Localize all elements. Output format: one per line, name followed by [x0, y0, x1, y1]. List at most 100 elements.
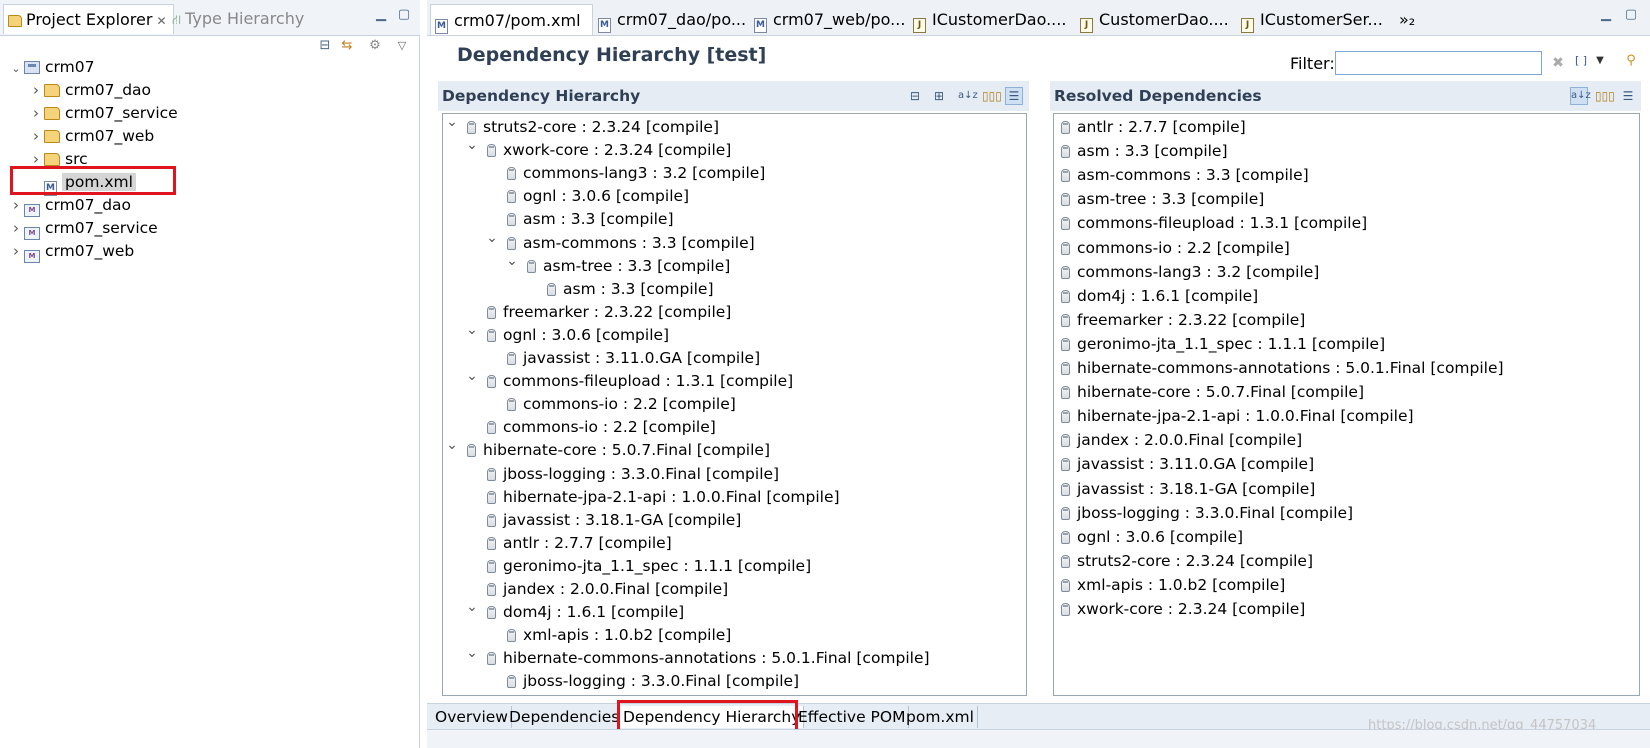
resolved-dependency[interactable]: commons-fileupload : 1.3.1 [compile]	[1061, 212, 1367, 235]
resolved-dependency[interactable]: freemarker : 2.3.22 [compile]	[1061, 309, 1305, 332]
tree-item[interactable]: › crm07_web	[8, 125, 408, 148]
chevron-down-icon[interactable]: ⌄	[465, 645, 479, 661]
sort-alphabetically-icon[interactable]: a↓z	[1570, 87, 1591, 105]
dependency-node[interactable]: ognl : 3.0.6 [compile]	[487, 324, 669, 347]
page-tab[interactable]: Effective POM	[795, 706, 910, 728]
dependency-node[interactable]: asm-tree : 3.3 [compile]	[527, 255, 730, 278]
page-tab[interactable]: Dependencies	[506, 706, 624, 728]
dependency-node[interactable]: commons-io : 2.2 [compile]	[487, 416, 716, 439]
dependency-node[interactable]: xml-apis : 1.0.b2 [compile]	[507, 624, 731, 647]
collapse-all-icon[interactable]: ⊟	[906, 87, 924, 105]
tab-type-hierarchy[interactable]: ⛙ Type Hierarchy	[168, 4, 310, 34]
resolved-dependency[interactable]: hibernate-core : 5.0.7.Final [compile]	[1061, 381, 1364, 404]
dependency-node[interactable]: hibernate-commons-annotations : 5.0.1.Fi…	[487, 647, 930, 670]
close-icon[interactable]: ✕	[156, 14, 166, 28]
resolved-dependency[interactable]: dom4j : 1.6.1 [compile]	[1061, 285, 1258, 308]
chevron-right-icon[interactable]: ›	[28, 125, 44, 148]
minimize-view-icon[interactable]: ▁	[372, 6, 390, 24]
resolved-dependency[interactable]: hibernate-jpa-2.1-api : 1.0.0.Final [com…	[1061, 405, 1414, 428]
resolved-dependency[interactable]: asm-commons : 3.3 [compile]	[1061, 164, 1309, 187]
resolved-dependency[interactable]: asm-tree : 3.3 [compile]	[1061, 188, 1264, 211]
dependency-node[interactable]: commons-io : 2.2 [compile]	[507, 393, 736, 416]
resolved-dependency[interactable]: geronimo-jta_1.1_spec : 1.1.1 [compile]	[1061, 333, 1385, 356]
link-with-editor-icon[interactable]: ⇆	[338, 37, 356, 55]
dependency-node[interactable]: jboss-logging : 3.3.0.Final [compile]	[487, 463, 779, 486]
chevron-right-icon[interactable]: ›	[28, 79, 44, 102]
dependency-node[interactable]: jandex : 2.0.0.Final [compile]	[487, 578, 728, 601]
search-icon[interactable]: ⚲	[1622, 52, 1640, 70]
expand-all-icon[interactable]: ⊞	[930, 87, 948, 105]
resolved-dependency[interactable]: javassist : 3.18.1-GA [compile]	[1061, 478, 1315, 501]
tab-project-explorer[interactable]: Project Explorer ✕	[3, 4, 174, 34]
tree-item[interactable]: › Mcrm07_service	[8, 217, 408, 240]
dependency-node[interactable]: xwork-core : 2.3.24 [compile]	[487, 139, 731, 162]
tree-item[interactable]: › Mcrm07_dao	[8, 194, 408, 217]
page-tab[interactable]: Overview	[432, 706, 512, 728]
dependency-node[interactable]: struts2-core : 2.3.24 [compile]	[467, 116, 719, 139]
editor-tab[interactable]: J ICustomerSer...	[1237, 4, 1392, 35]
chevron-down-icon[interactable]: ⌄	[465, 322, 479, 338]
chevron-right-icon[interactable]: ›	[28, 102, 44, 125]
resolved-dependency[interactable]: commons-lang3 : 3.2 [compile]	[1061, 261, 1319, 284]
chevron-down-icon[interactable]: ⌄	[485, 230, 499, 246]
chevron-down-icon[interactable]: ⌄	[465, 599, 479, 615]
dependency-node[interactable]: geronimo-jta_1.1_spec : 1.1.1 [compile]	[487, 555, 811, 578]
sort-alphabetically-icon[interactable]: a↓z	[957, 87, 978, 105]
tree-item[interactable]: › Mcrm07_web	[8, 240, 408, 263]
chevron-down-icon[interactable]: ⌄	[445, 437, 459, 453]
maximize-editor-icon[interactable]: ▢	[1622, 6, 1640, 24]
resolved-dependency[interactable]: struts2-core : 2.3.24 [compile]	[1061, 550, 1313, 573]
dependency-node[interactable]: javassist : 3.11.0.GA [compile]	[507, 347, 760, 370]
filter-mode-icon[interactable]: [ ]	[1572, 52, 1590, 70]
chevron-down-icon[interactable]: ⌄	[465, 137, 479, 153]
dependency-node[interactable]: hibernate-jpa-2.1-api : 1.0.0.Final [com…	[487, 486, 840, 509]
dependency-node[interactable]: asm : 3.3 [compile]	[507, 208, 674, 231]
editor-tab[interactable]: Mcrm07_dao/po...	[594, 4, 749, 35]
chevron-down-icon[interactable]: ⌄	[445, 114, 459, 130]
chevron-right-icon[interactable]: ›	[8, 240, 24, 263]
resolved-dependency[interactable]: xwork-core : 2.3.24 [compile]	[1061, 598, 1305, 621]
dependency-node[interactable]: asm-commons : 3.3 [compile]	[507, 232, 755, 255]
show-group-id-icon[interactable]: ▯▯▯	[981, 87, 1002, 105]
dependency-node[interactable]: hibernate-core : 5.0.7.Final [compile]	[467, 439, 770, 462]
dependency-node[interactable]: javassist : 3.18.1-GA [compile]	[487, 509, 741, 532]
page-tab[interactable]: pom.xml	[903, 706, 978, 728]
collapse-all-icon[interactable]: ⊟	[316, 37, 334, 55]
resolved-dependency[interactable]: javassist : 3.11.0.GA [compile]	[1061, 453, 1314, 476]
dependency-node[interactable]: asm : 3.3 [compile]	[547, 278, 714, 301]
editor-tab[interactable]: J CustomerDao....	[1076, 4, 1236, 35]
editor-tab[interactable]: J ICustomerDao....	[909, 4, 1075, 35]
dependency-node[interactable]: ognl : 3.0.6 [compile]	[507, 185, 689, 208]
editor-tab[interactable]: Mcrm07_web/po...	[750, 4, 908, 35]
resolved-dependency[interactable]: hibernate-commons-annotations : 5.0.1.Fi…	[1061, 357, 1504, 380]
resolved-dependency[interactable]: ognl : 3.0.6 [compile]	[1061, 526, 1243, 549]
editor-tab[interactable]: Mcrm07/pom.xml	[430, 4, 593, 35]
tree-item[interactable]: › crm07_dao	[8, 79, 408, 102]
chevron-right-icon[interactable]: ›	[8, 194, 24, 217]
hierarchical-view-icon[interactable]: ☰	[1005, 87, 1023, 105]
editor-tab[interactable]: »₂	[1395, 4, 1420, 35]
chevron-down-icon[interactable]: ⌄	[465, 368, 479, 384]
resolved-dependency[interactable]: jboss-logging : 3.3.0.Final [compile]	[1061, 502, 1353, 525]
dependency-node[interactable]: freemarker : 2.3.22 [compile]	[487, 301, 731, 324]
dependency-node[interactable]: commons-fileupload : 1.3.1 [compile]	[487, 370, 793, 393]
view-menu-icon[interactable]: ▽	[393, 37, 411, 55]
resolved-dependency[interactable]: jandex : 2.0.0.Final [compile]	[1061, 429, 1302, 452]
clear-filter-icon[interactable]: ✖	[1549, 54, 1567, 72]
hierarchical-view-icon[interactable]: ☰	[1619, 87, 1637, 105]
chevron-down-icon[interactable]: ⌄	[8, 57, 24, 80]
resolved-dependency[interactable]: xml-apis : 1.0.b2 [compile]	[1061, 574, 1285, 597]
dependency-node[interactable]: commons-lang3 : 3.2 [compile]	[507, 162, 765, 185]
chevron-right-icon[interactable]: ›	[8, 217, 24, 240]
show-group-id-icon[interactable]: ▯▯▯	[1594, 87, 1615, 105]
tree-item[interactable]: › crm07_service	[8, 102, 408, 125]
dependency-node[interactable]: dom4j : 1.6.1 [compile]	[487, 601, 684, 624]
dependency-node[interactable]: jboss-logging : 3.3.0.Final [compile]	[507, 670, 799, 693]
resolved-dependency[interactable]: asm : 3.3 [compile]	[1061, 140, 1228, 163]
filter-dropdown-icon[interactable]: ▼	[1591, 52, 1609, 70]
dependency-node[interactable]: antlr : 2.7.7 [compile]	[487, 532, 672, 555]
resolved-dependency[interactable]: commons-io : 2.2 [compile]	[1061, 237, 1290, 260]
resolved-dependency[interactable]: antlr : 2.7.7 [compile]	[1061, 116, 1246, 139]
filter-view-icon[interactable]: ⚙	[366, 37, 384, 55]
tree-item[interactable]: ⌄ crm07	[8, 56, 408, 79]
